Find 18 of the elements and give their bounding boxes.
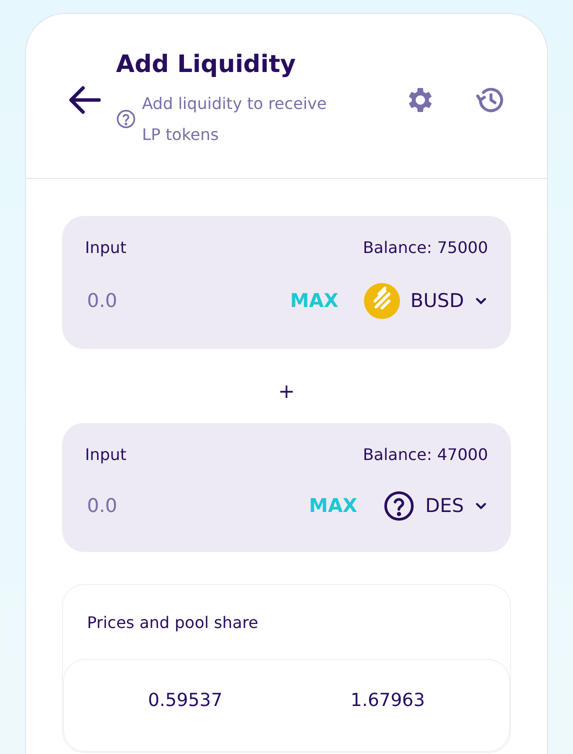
token-selector[interactable]: BUSD [364,283,488,319]
input-label: Input [85,238,126,257]
back-button[interactable] [68,85,102,115]
balance-text: Balance: 47000 [362,445,488,464]
plus-sign: + [278,379,295,403]
prices-title: Prices and pool share [86,613,260,634]
token-selector[interactable]: DES [383,490,488,522]
coin-icon [364,283,400,319]
price-value: 1.67963 [350,690,425,711]
amount-field[interactable]: 0.0 [85,289,199,313]
help-icon [116,109,136,129]
input-label: Input [85,445,126,464]
balance-text: Balance: 75000 [362,238,488,257]
amount-field[interactable]: 0.0 [85,494,199,518]
help-icon [383,490,416,522]
price-value: 0.59537 [148,690,222,711]
page-subtitle: Add liquidity to receive LP tokens [142,93,328,146]
page-title: Add Liquidity [116,50,297,78]
